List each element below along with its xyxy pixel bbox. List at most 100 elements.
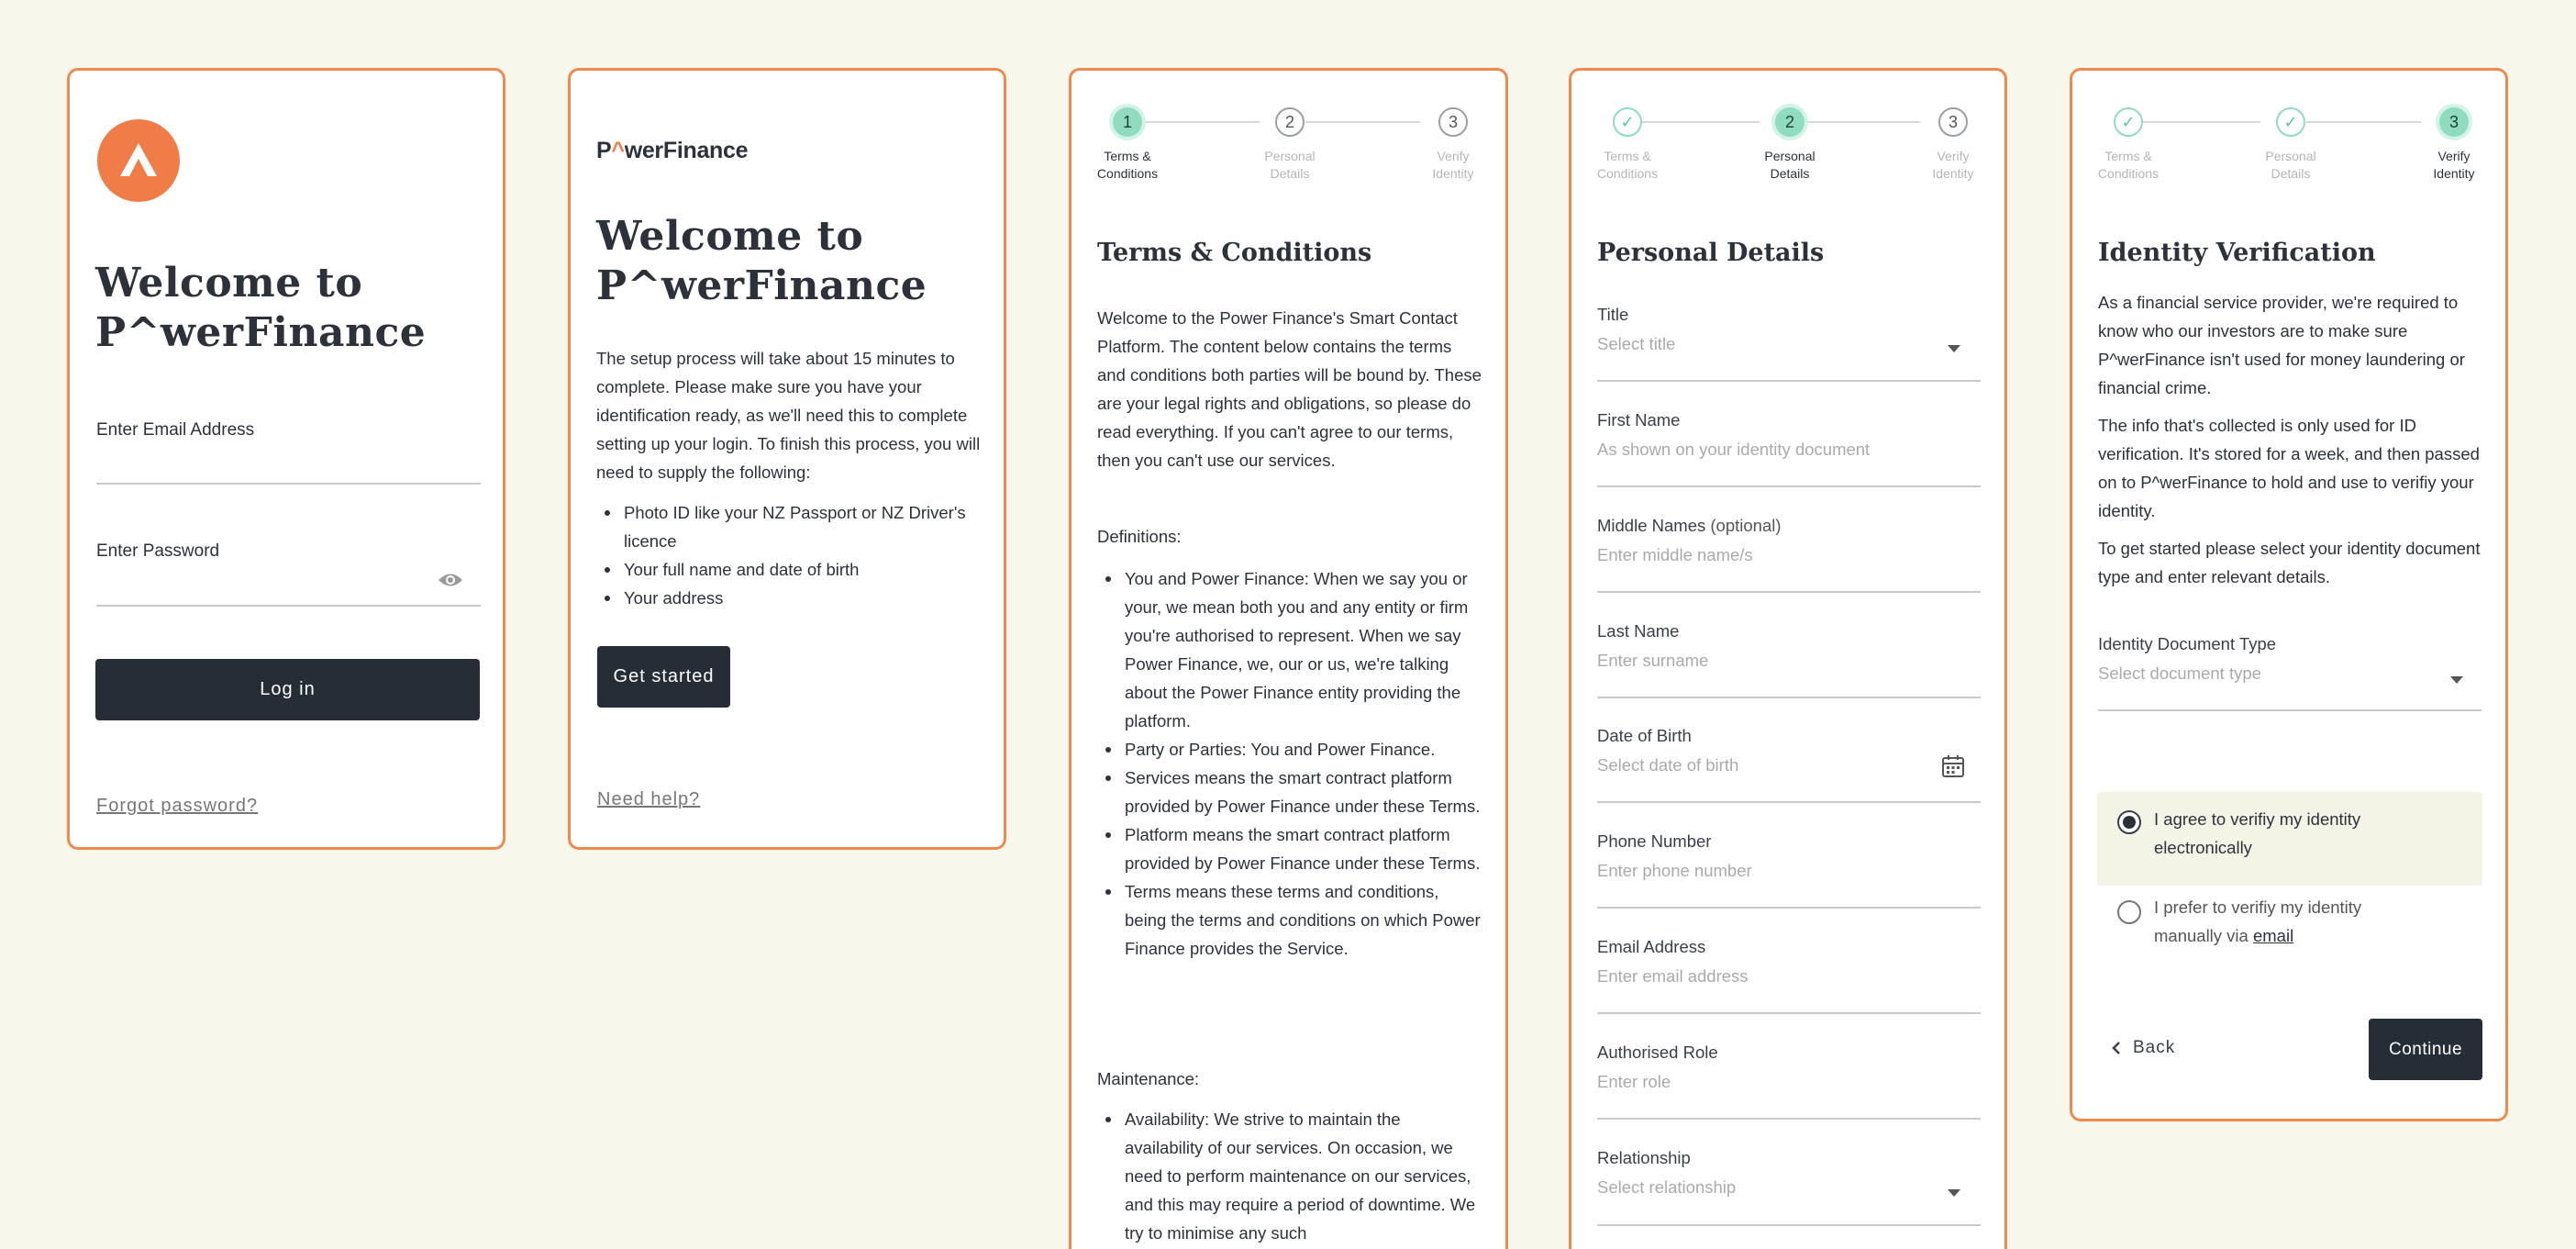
terms-intro: Welcome to the Power Finance's Smart Con… [1097,308,1482,470]
first-name-label: First Name [1597,410,1681,429]
brand-rest: werFinance [624,138,749,163]
login-title-line2: P^werFinance [95,309,427,356]
option-manual-label: I prefer to verifiy my identity manually… [2154,893,2466,950]
email-link[interactable]: email [2253,926,2293,945]
login-title-line1: Welcome to [95,260,363,307]
step-label-line: Verify [2437,149,2471,163]
stepper-line [1805,121,1920,123]
identity-para-3: To get started please select your identi… [2098,539,2481,586]
step-label-line: Identity [1932,166,1974,181]
continue-button[interactable]: Continue [2369,1019,2482,1080]
stepper: 1 2 3 Terms & Conditions Personal Details … [1071,104,1505,186]
step-label-line: Personal [1264,149,1316,163]
step-3-indicator: 3 [1438,107,1468,137]
list-item: You and Power Finance: When we say you o… [1097,564,1482,735]
step-2-check-icon: ✓ [2276,107,2305,137]
step-2-label: Personal Details [2240,148,2341,183]
forgot-password-link[interactable]: Forgot password? [96,796,258,817]
step-label-line: Terms & [1604,149,1651,163]
welcome-intro: The setup process will take about 15 min… [596,349,981,482]
stepper-line [2132,121,2260,123]
list-item: Platform means the smart contract platfo… [1097,820,1482,877]
step-label-line: Identity [1432,166,1474,181]
step-1-label: Terms & Conditions [1077,148,1178,183]
maintenance-list: Availability: We strive to maintain the … [1097,1105,1482,1247]
stepper-line [1631,121,1760,123]
stepper-line [1305,121,1420,123]
phone-label: Phone Number [1597,831,1712,851]
eye-icon[interactable] [437,571,464,589]
title-select[interactable]: Select title [1597,334,1675,354]
stepper: ✓ ✓ 3 Terms & Conditions Personal Details … [2072,104,2505,186]
step-1-check-icon: ✓ [1613,107,1642,137]
maintenance-heading: Maintenance: [1097,1069,1200,1088]
terms-title: Terms & Conditions [1097,239,1372,267]
radio-electronic[interactable] [2117,810,2141,834]
option-manual-text: manually via [2154,926,2253,945]
middle-names-input[interactable]: Enter middle name/s [1597,545,1753,565]
option-line: electronically [2154,838,2252,857]
step-2-indicator: 2 [1275,107,1305,137]
email-input[interactable]: Enter email address [1597,966,1749,987]
relationship-label: Relationship [1597,1148,1691,1167]
step-2-label: Personal Details [1239,148,1340,183]
step-label-line: Details [1270,166,1310,181]
step-label-line: Conditions [1596,166,1659,181]
welcome-card: P^werFinance Welcome to P^werFinance The… [568,68,1006,850]
email-input[interactable] [96,483,481,485]
email-label: Email Address [1597,937,1706,956]
email-label: Enter Email Address [96,420,255,440]
step-3-label: Verify Identity [1903,148,2004,183]
relationship-select[interactable]: Select relationship [1597,1177,1736,1198]
definitions-heading: Definitions: [1097,527,1182,546]
login-button[interactable]: Log in [95,659,480,720]
password-input[interactable] [96,605,481,607]
brand-caret: ^ [611,138,625,163]
role-input[interactable]: Enter role [1597,1072,1671,1092]
option-electronic[interactable]: I agree to verifiy my identity electroni… [2097,792,2482,886]
step-label-line: Details [2271,166,2311,181]
need-help-link[interactable]: Need help? [597,789,700,810]
phone-input[interactable]: Enter phone number [1597,861,1752,881]
step-label-line: Personal [2265,149,2316,163]
radio-manual[interactable] [2117,900,2141,924]
list-item: Availability: We strive to maintain the … [1097,1105,1482,1247]
doc-type-select[interactable]: Select document type [2098,664,2261,684]
option-manual[interactable]: I prefer to verifiy my identity manually… [2097,884,2482,977]
identity-para-1: As a financial service provider, we're r… [2098,293,2465,397]
option-line: I agree to verifiy my identity [2154,809,2361,829]
list-item: Party or Parties: You and Power Finance. [1097,735,1482,764]
step-1-label: Terms & Conditions [1577,148,1678,183]
first-name-input[interactable]: As shown on your identity document [1597,440,1870,460]
last-name-input[interactable]: Enter surname [1597,651,1708,671]
step-3-indicator: 3 [2439,107,2469,137]
step-label-line: Verify [1437,149,1470,163]
chevron-down-icon[interactable] [1948,345,1960,352]
chevron-down-icon[interactable] [2450,676,2463,684]
step-label-line: Terms & [1104,149,1151,163]
login-card: Welcome to P^werFinance Enter Email Addr… [67,68,505,850]
option-line: I prefer to verifiy my identity [2154,898,2362,917]
powerfinance-logo [97,119,180,202]
chevron-down-icon[interactable] [1948,1189,1960,1197]
role-label: Authorised Role [1597,1043,1718,1062]
chevron-left-icon [2112,1042,2120,1054]
definitions-list: You and Power Finance: When we say you o… [1097,564,1482,963]
title-label: Title [1597,305,1629,324]
identity-para-2: The info that's collected is only used f… [2098,416,2480,520]
option-line: manually via email [2154,921,2466,950]
option-electronic-label: I agree to verifiy my identity electroni… [2154,805,2466,862]
field-underline [1597,1012,1981,1014]
step-1-label: Terms & Conditions [2078,148,2179,183]
field-underline [1597,380,1981,382]
back-button[interactable]: Back [2111,1038,2175,1058]
step-label-line: Personal [1764,149,1815,163]
get-started-button[interactable]: Get started [597,646,730,708]
stepper-line [1131,121,1260,123]
step-2-label: Personal Details [1739,148,1840,183]
calendar-icon[interactable] [1941,754,1965,783]
step-3-indicator: 3 [1938,107,1968,137]
list-item: Your address [596,584,991,612]
dob-input[interactable]: Select date of birth [1597,755,1738,775]
list-item: Your full name and date of birth [596,555,991,584]
